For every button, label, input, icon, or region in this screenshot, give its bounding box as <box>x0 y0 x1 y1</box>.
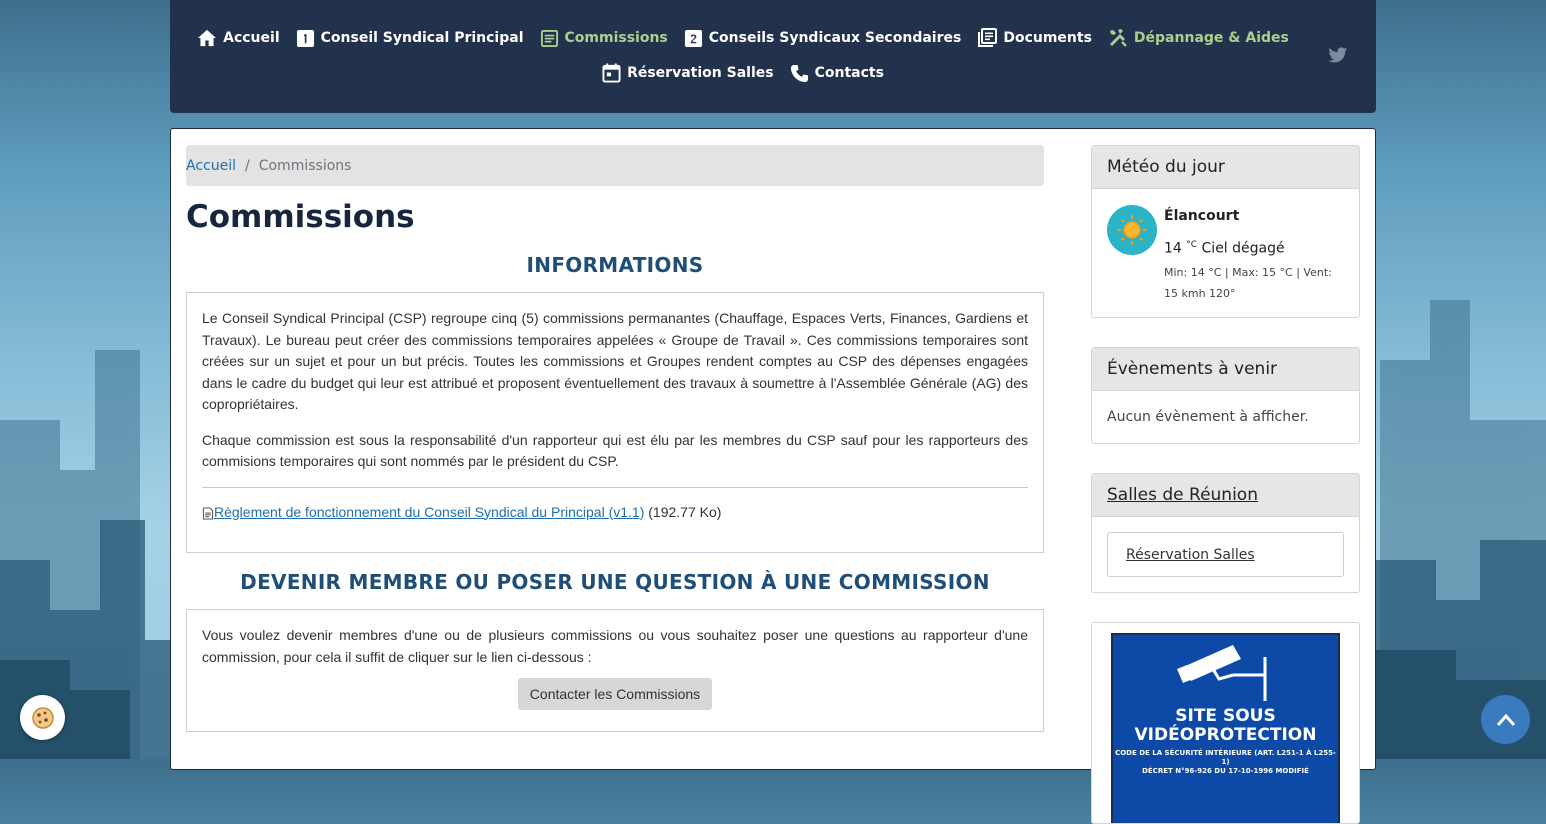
nav-item-depannage-aides[interactable]: Dépannage & Aides <box>1108 28 1289 48</box>
devenir-membre-text: Vous voulez devenir membres d'une ou de … <box>202 627 1028 665</box>
breadcrumb-home-link[interactable]: Accueil <box>186 158 236 174</box>
nav-item-accueil[interactable]: Accueil <box>197 29 280 47</box>
videoprotection-legal: CODE DE LA SÉCURITÉ INTÉRIEURE (ART. L25… <box>1113 749 1338 776</box>
meteo-widget: Météo du jour Élancourt 14 °C Ciel dégag… <box>1091 145 1360 318</box>
informations-box: Le Conseil Syndical Principal (CSP) regr… <box>186 292 1044 553</box>
reservation-salles-link[interactable]: Réservation Salles <box>1107 532 1344 577</box>
calendar-icon <box>602 63 621 83</box>
events-title: Évènements à venir <box>1092 348 1359 391</box>
informations-paragraph-2: Chaque commission est sous la responsabi… <box>202 431 1028 470</box>
rooms-title-wrap: Salles de Réunion <box>1092 474 1359 517</box>
nav-row-secondary: Réservation Salles Contacts <box>170 63 1376 83</box>
content-card: Accueil / Commissions Commissions INFORM… <box>170 128 1376 824</box>
videoprotection-line2: VIDÉOPROTECTION <box>1134 725 1317 745</box>
attachment-link[interactable]: Règlement de fonctionnement du Conseil S… <box>214 504 644 520</box>
videoprotection-line4: DÉCRET N°96-926 DU 17-10-1996 MODIFIÉ <box>1142 767 1309 775</box>
meteo-temperature: 14 °C Ciel dégagé <box>1164 240 1285 257</box>
nav-item-reservation-salles[interactable]: Réservation Salles <box>602 63 774 83</box>
events-widget: Évènements à venir Aucun évènement à aff… <box>1091 347 1360 444</box>
contact-commissions-button[interactable]: Contacter les Commissions <box>518 678 712 710</box>
meteo-temp-value: 14 <box>1164 240 1182 257</box>
cookie-icon <box>31 706 54 729</box>
nav-item-contacts[interactable]: Contacts <box>790 64 884 83</box>
sunny-icon <box>1107 205 1157 255</box>
nav-label: Contacts <box>814 65 884 81</box>
nav-item-documents[interactable]: Documents <box>977 28 1092 48</box>
breadcrumb-current: Commissions <box>258 157 352 174</box>
nav-label: Accueil <box>223 30 280 46</box>
nav-label: Conseils Syndicaux Secondaires <box>708 30 962 46</box>
nav-label: Documents <box>1003 30 1092 46</box>
pdf-file-icon <box>202 506 214 520</box>
cookie-settings-button[interactable] <box>20 695 65 740</box>
videoprotection-line1: SITE SOUS <box>1175 706 1276 726</box>
attachment-row: Règlement de fonctionnement du Conseil S… <box>202 502 1028 524</box>
twitter-icon[interactable] <box>1328 47 1348 64</box>
events-empty-message: Aucun évènement à afficher. <box>1107 409 1309 425</box>
videoprotection-title: SITE SOUS VIDÉOPROTECTION <box>1113 707 1338 745</box>
videoprotection-sign: SITE SOUS VIDÉOPROTECTION CODE DE LA SÉC… <box>1111 633 1340 823</box>
meteo-temp-unit: °C <box>1186 240 1198 250</box>
divider <box>202 486 1028 488</box>
article-icon <box>540 29 558 47</box>
devenir-membre-heading: DEVENIR MEMBRE OU POSER UNE QUESTION À U… <box>240 570 990 594</box>
rooms-title-link[interactable]: Salles de Réunion <box>1107 485 1258 505</box>
meteo-condition: Ciel dégagé <box>1201 240 1285 257</box>
nav-label: Conseil Syndical Principal <box>320 30 524 46</box>
number-2-icon <box>684 29 702 47</box>
informations-heading: INFORMATIONS <box>526 253 704 277</box>
meteo-details: Min: 14 °C | Max: 15 °C | Vent: 15 kmh 1… <box>1164 266 1332 300</box>
videoprotection-widget: SITE SOUS VIDÉOPROTECTION CODE DE LA SÉC… <box>1091 622 1360 824</box>
number-1-icon <box>296 29 314 47</box>
attachment-size: (192.77 Ko) <box>648 503 722 520</box>
chevron-up-icon <box>1496 713 1515 726</box>
nav-label: Réservation Salles <box>627 65 774 81</box>
meteo-city: Élancourt <box>1164 208 1240 224</box>
breadcrumb: Accueil / Commissions <box>186 145 1044 186</box>
meteo-title: Météo du jour <box>1092 146 1359 189</box>
page-title: Commissions <box>186 199 415 235</box>
tools-icon <box>1109 29 1127 47</box>
nav-label: Dépannage & Aides <box>1133 30 1289 46</box>
phone-icon <box>790 64 808 82</box>
scroll-to-top-button[interactable] <box>1481 695 1530 744</box>
main-navbar: Accueil Conseil Syndical Principal Commi… <box>170 0 1376 113</box>
library-books-icon <box>978 28 998 47</box>
videoprotection-line3: CODE DE LA SÉCURITÉ INTÉRIEURE (ART. L25… <box>1115 749 1336 766</box>
devenir-membre-box: Vous voulez devenir membres d'une ou de … <box>186 609 1044 732</box>
cctv-camera-icon <box>1177 645 1267 701</box>
breadcrumb-separator: / <box>245 157 250 174</box>
nav-item-commissions[interactable]: Commissions <box>540 29 668 48</box>
home-icon <box>198 29 217 47</box>
rooms-widget: Salles de Réunion Réservation Salles <box>1091 473 1360 593</box>
informations-paragraph-1: Le Conseil Syndical Principal (CSP) regr… <box>202 310 1028 412</box>
nav-item-conseils-syndicaux-secondaires[interactable]: Conseils Syndicaux Secondaires <box>684 29 962 48</box>
nav-item-conseil-syndical-principal[interactable]: Conseil Syndical Principal <box>296 29 524 48</box>
nav-label: Commissions <box>564 30 668 46</box>
nav-row-primary: Accueil Conseil Syndical Principal Commi… <box>170 28 1376 48</box>
